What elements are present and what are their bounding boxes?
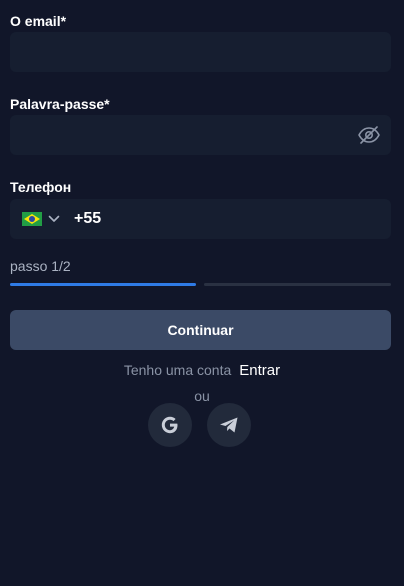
registration-form: O email* Palavra-passe* Телефон +55 pass… xyxy=(0,0,404,586)
phone-code[interactable]: +55 xyxy=(74,210,101,228)
email-label: O email* xyxy=(10,13,67,29)
email-field[interactable] xyxy=(10,32,391,72)
continue-button[interactable]: Continuar xyxy=(10,310,391,350)
step-progress xyxy=(10,283,391,287)
email-field-wrapper xyxy=(10,32,391,72)
progress-step-1 xyxy=(10,283,196,286)
account-text: Tenho uma conta xyxy=(123,362,232,378)
login-link[interactable]: Entrar xyxy=(239,362,280,379)
telegram-icon xyxy=(220,417,238,433)
password-label: Palavra-passe* xyxy=(10,96,110,112)
progress-step-2 xyxy=(204,283,391,286)
brazil-flag-icon xyxy=(22,212,42,226)
account-row: Tenho uma conta Entrar xyxy=(0,362,404,379)
phone-label: Телефон xyxy=(10,179,72,195)
or-divider: ou xyxy=(194,388,210,404)
password-field[interactable] xyxy=(10,115,391,155)
chevron-down-icon xyxy=(48,215,60,222)
google-icon xyxy=(161,416,178,434)
eye-off-icon[interactable] xyxy=(357,124,381,146)
telegram-login-button[interactable] xyxy=(207,403,251,447)
phone-field-wrapper: +55 xyxy=(10,199,391,239)
password-field-wrapper xyxy=(10,115,391,155)
step-indicator: passo 1/2 xyxy=(10,258,71,274)
google-login-button[interactable] xyxy=(148,403,192,447)
country-selector[interactable] xyxy=(22,199,60,239)
